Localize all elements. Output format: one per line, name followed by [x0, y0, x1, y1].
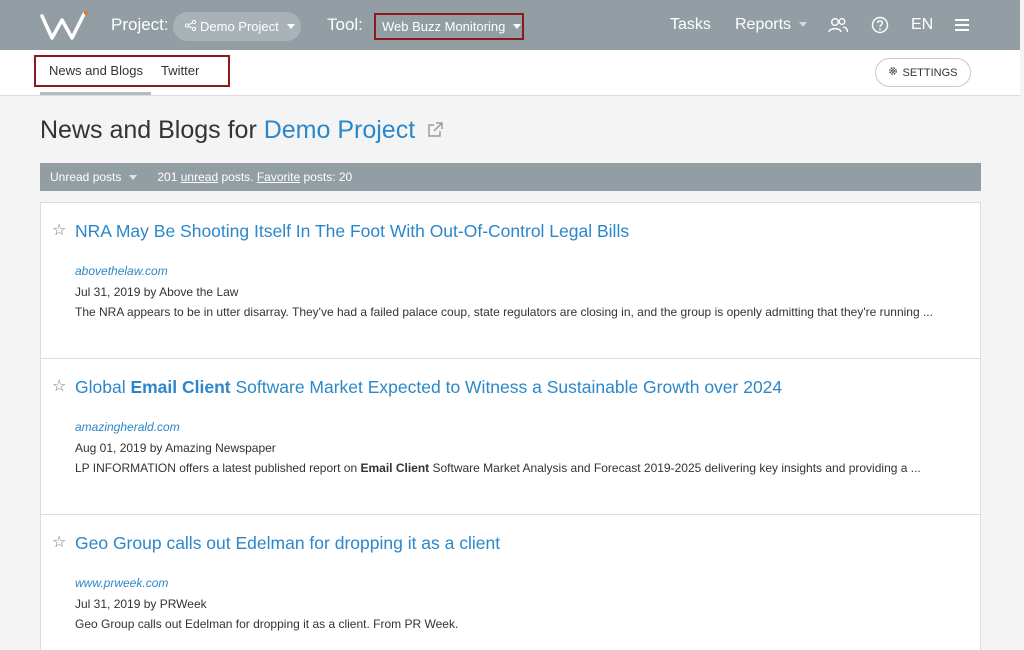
- post-meta: Jul 31, 2019 by Above the Law: [75, 285, 239, 299]
- tool-selector-value: Web Buzz Monitoring: [382, 19, 506, 34]
- post-count: 201: [157, 170, 178, 184]
- external-link-icon[interactable]: [426, 117, 444, 146]
- post-title-link[interactable]: NRA May Be Shooting Itself In The Foot W…: [75, 221, 629, 242]
- list-item: ☆ NRA May Be Shooting Itself In The Foot…: [41, 203, 980, 359]
- post-title-link[interactable]: Geo Group calls out Edelman for dropping…: [75, 533, 500, 554]
- post-title-text: Software Market Expected to Witness a Su…: [230, 377, 783, 397]
- tab-twitter[interactable]: Twitter: [161, 63, 199, 78]
- project-selector[interactable]: Demo Project: [173, 12, 301, 41]
- settings-button[interactable]: SETTINGS: [875, 58, 971, 87]
- project-label: Project:: [111, 15, 169, 34]
- post-source-link[interactable]: amazingherald.com: [75, 420, 180, 434]
- chevron-down-icon: [286, 24, 295, 29]
- filter-label: Unread posts: [50, 170, 122, 184]
- post-excerpt-text: Software Market Analysis and Forecast 20…: [429, 461, 921, 475]
- star-icon[interactable]: ☆: [52, 532, 66, 552]
- tool-label: Tool:: [327, 15, 363, 34]
- help-icon[interactable]: [869, 15, 891, 35]
- post-title-link[interactable]: Global Email Client Software Market Expe…: [75, 377, 782, 398]
- top-navigation-bar: Project: Demo Project Tool: Web Buzz Mon…: [0, 0, 1020, 50]
- page-title: News and Blogs for Demo Project: [40, 116, 444, 146]
- list-item: ☆ Global Email Client Software Market Ex…: [41, 359, 980, 515]
- post-excerpt: The NRA appears to be in utter disarray.…: [75, 303, 960, 322]
- settings-label: SETTINGS: [902, 66, 958, 79]
- gear-icon: [888, 66, 898, 79]
- tab-news-and-blogs[interactable]: News and Blogs: [49, 63, 143, 78]
- posts-text: posts.: [221, 170, 254, 184]
- post-excerpt: Geo Group calls out Edelman for dropping…: [75, 615, 960, 634]
- post-excerpt-text: Geo Group calls out Edelman for dropping…: [75, 617, 459, 631]
- post-meta: Aug 01, 2019 by Amazing Newspaper: [75, 441, 276, 455]
- star-icon[interactable]: ☆: [52, 376, 66, 396]
- favorite-count: posts: 20: [303, 170, 353, 184]
- post-source-link[interactable]: abovethelaw.com: [75, 264, 168, 278]
- tool-selector[interactable]: Web Buzz Monitoring: [374, 13, 524, 40]
- post-excerpt-text: The NRA appears to be in utter disarray.…: [75, 305, 933, 319]
- filter-bar: Unread posts 201 unread posts. Favorite …: [40, 163, 981, 191]
- post-excerpt-text: LP INFORMATION offers a latest published…: [75, 461, 361, 475]
- list-item: ☆ Geo Group calls out Edelman for droppi…: [41, 515, 980, 650]
- chevron-down-icon: [799, 22, 808, 28]
- language-selector[interactable]: EN: [911, 16, 933, 34]
- logo-icon[interactable]: [40, 10, 90, 42]
- post-source-link[interactable]: www.prweek.com: [75, 576, 168, 590]
- nav-tasks[interactable]: Tasks: [670, 16, 711, 34]
- chevron-down-icon: [513, 24, 522, 29]
- unread-link[interactable]: unread: [181, 170, 218, 184]
- posts-list: ☆ NRA May Be Shooting Itself In The Foot…: [40, 202, 981, 650]
- favorite-link[interactable]: Favorite: [257, 170, 300, 184]
- post-title-text: Geo Group calls out Edelman for dropping…: [75, 533, 501, 553]
- share-icon: [184, 19, 197, 34]
- sub-navigation-bar: News and Blogs Twitter SETTINGS: [0, 50, 1020, 96]
- users-icon[interactable]: [827, 15, 849, 35]
- post-excerpt: LP INFORMATION offers a latest published…: [75, 459, 960, 478]
- post-title-highlight: Email Client: [130, 377, 231, 397]
- post-title-text: Global: [75, 377, 131, 397]
- nav-reports-label: Reports: [735, 16, 792, 33]
- hamburger-menu-icon[interactable]: [951, 15, 973, 35]
- chevron-down-icon: [129, 175, 138, 181]
- page-title-project-link[interactable]: Demo Project: [264, 116, 415, 144]
- project-selector-value: Demo Project: [200, 19, 279, 34]
- unread-posts-filter[interactable]: Unread posts: [50, 170, 157, 184]
- page-title-prefix: News and Blogs for: [40, 116, 264, 144]
- post-title-text: NRA May Be Shooting Itself In The Foot W…: [75, 221, 630, 241]
- nav-reports[interactable]: Reports: [735, 16, 808, 34]
- active-tab-indicator: [40, 92, 151, 95]
- post-meta: Jul 31, 2019 by PRWeek: [75, 597, 207, 611]
- post-excerpt-highlight: Email Client: [360, 461, 430, 475]
- star-icon[interactable]: ☆: [52, 220, 66, 240]
